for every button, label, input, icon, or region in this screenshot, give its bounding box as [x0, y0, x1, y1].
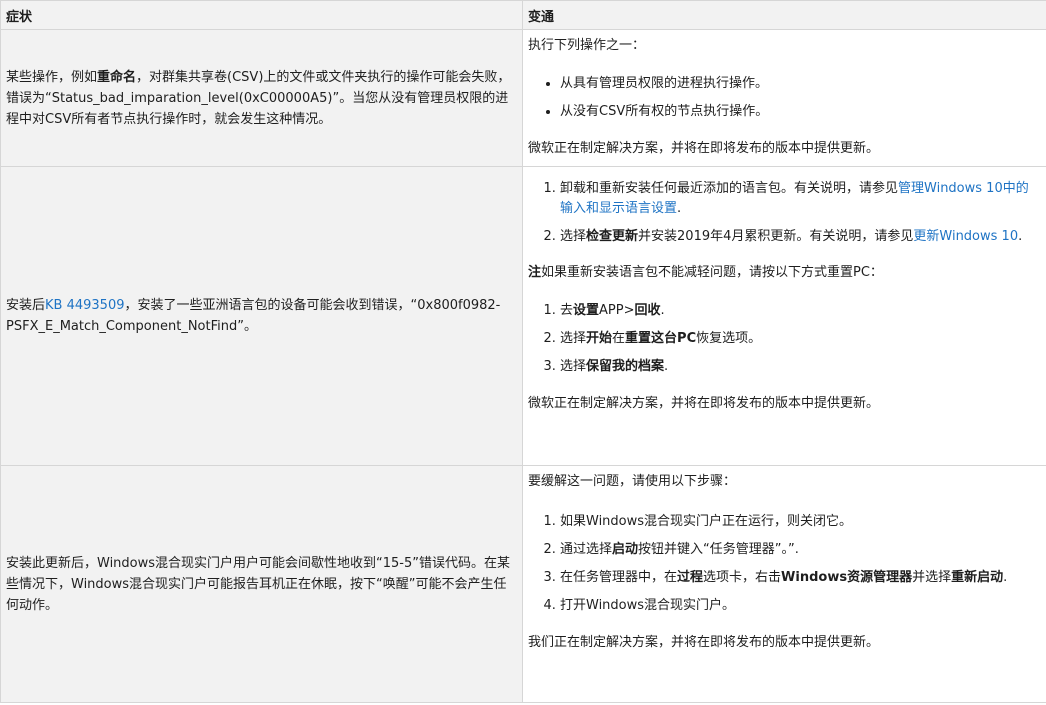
- list-item: 去设置APP>回收.: [560, 301, 1041, 321]
- workaround-bullet-list: 从具有管理员权限的进程执行操作。 从没有CSV所有权的节点执行操作。: [528, 74, 1041, 122]
- list-item: 打开Windows混合现实门户。: [560, 596, 1041, 616]
- step-bold: 重新启动: [951, 570, 1004, 585]
- symptom-bold: 重命名: [97, 69, 137, 85]
- workaround-cell: 要缓解这一问题，请使用以下步骤： 如果Windows混合现实门户正在运行，则关闭…: [522, 465, 1046, 703]
- step-bold: 启动: [612, 542, 639, 557]
- step-text: 恢复选项。: [696, 331, 762, 346]
- kb-link[interactable]: KB 4493509: [45, 298, 124, 313]
- workaround-note: 注如果重新安装语言包不能减轻问题，请按以下方式重置PC：: [528, 263, 1041, 283]
- symptom-text: 某些操作，例如: [6, 69, 98, 85]
- list-item: 卸载和重新安装任何最近添加的语言包。有关说明，请参见管理Windows 10中的…: [560, 179, 1041, 219]
- step-text: 在任务管理器中，在: [560, 570, 678, 585]
- step-text: .: [664, 359, 669, 374]
- workaround-footer: 微软正在制定解决方案，并将在即将发布的版本中提供更新。: [528, 141, 880, 156]
- table-row: 某些操作，例如重命名，对群集共享卷(CSV)上的文件或文件夹执行的操作可能会失败…: [0, 29, 1046, 167]
- table-header-row: 症状 变通: [0, 0, 1046, 30]
- list-item: 选择保留我的档案.: [560, 357, 1041, 377]
- step-text: .: [1018, 229, 1023, 244]
- workaround-cell: 执行下列操作之一： 从具有管理员权限的进程执行操作。 从没有CSV所有权的节点执…: [522, 29, 1046, 167]
- symptom-cell: 安装此更新后，Windows混合现实门户用户可能会间歇性地收到“15-5”错误代…: [0, 465, 523, 703]
- header-workaround: 变通: [522, 0, 1046, 30]
- step-bold: 保留我的档案: [586, 359, 665, 374]
- step-text: 按钮并键入“任务管理器”。”.: [638, 542, 799, 557]
- step-text: 卸载和重新安装任何最近添加的语言包。有关说明，请参见: [560, 181, 899, 196]
- step-bold: 开始: [586, 331, 613, 346]
- list-item: 在任务管理器中，在过程选项卡，右击Windows资源管理器并选择重新启动.: [560, 568, 1041, 588]
- symptom-cell: 安装后KB 4493509，安装了一些亚洲语言包的设备可能会收到错误，“0x80…: [0, 166, 523, 466]
- step-text: .: [677, 201, 682, 216]
- list-item: 从具有管理员权限的进程执行操作。: [560, 74, 1041, 94]
- reset-steps: 去设置APP>回收. 选择开始在重置这台PC恢复选项。 选择保留我的档案.: [528, 301, 1041, 377]
- table-row: 安装此更新后，Windows混合现实门户用户可能会间歇性地收到“15-5”错误代…: [0, 465, 1046, 703]
- update-windows-link[interactable]: 更新Windows 10: [913, 229, 1018, 244]
- step-text: 选项卡，右击: [703, 570, 782, 585]
- symptom-cell: 某些操作，例如重命名，对群集共享卷(CSV)上的文件或文件夹执行的操作可能会失败…: [0, 29, 523, 167]
- step-text: 通过选择: [560, 542, 613, 557]
- symptom-text: 安装后: [6, 298, 46, 313]
- step-bold: Windows资源管理器: [781, 570, 913, 585]
- workaround-cell: 卸载和重新安装任何最近添加的语言包。有关说明，请参见管理Windows 10中的…: [522, 166, 1046, 466]
- step-text: 并选择: [912, 570, 952, 585]
- list-item: 选择开始在重置这台PC恢复选项。: [560, 329, 1041, 349]
- note-text: 如果重新安装语言包不能减轻问题，请按以下方式重置PC：: [541, 265, 883, 280]
- symptom-text: 安装此更新后，Windows混合现实门户用户可能会间歇性地收到“15-5”错误代…: [6, 555, 511, 613]
- workaround-footer: 微软正在制定解决方案，并将在即将发布的版本中提供更新。: [528, 396, 880, 411]
- list-item: 如果Windows混合现实门户正在运行，则关闭它。: [560, 512, 1041, 532]
- step-text: APP>: [599, 303, 635, 318]
- workaround-intro: 要缓解这一问题，请使用以下步骤：: [528, 474, 737, 489]
- workaround-steps: 卸载和重新安装任何最近添加的语言包。有关说明，请参见管理Windows 10中的…: [528, 179, 1041, 247]
- table-row: 安装后KB 4493509，安装了一些亚洲语言包的设备可能会收到错误，“0x80…: [0, 166, 1046, 466]
- list-item: 通过选择启动按钮并键入“任务管理器”。”.: [560, 540, 1041, 560]
- workaround-intro: 执行下列操作之一：: [528, 38, 646, 53]
- step-bold: 设置: [573, 303, 600, 318]
- step-bold: 过程: [677, 570, 704, 585]
- step-bold: 重置这台PC: [625, 331, 697, 346]
- workaround-steps: 如果Windows混合现实门户正在运行，则关闭它。 通过选择启动按钮并键入“任务…: [528, 512, 1041, 616]
- step-text: .: [1003, 570, 1008, 585]
- step-text: .: [660, 303, 665, 318]
- note-label: 注: [528, 265, 542, 280]
- step-text: 并安装2019年4月累积更新。有关说明，请参见: [638, 229, 914, 244]
- list-item: 从没有CSV所有权的节点执行操作。: [560, 102, 1041, 122]
- step-text: 选择: [560, 331, 587, 346]
- step-bold: 检查更新: [586, 229, 639, 244]
- header-symptom: 症状: [0, 0, 523, 30]
- step-text: 选择: [560, 229, 587, 244]
- step-text: 在: [612, 331, 626, 346]
- list-item: 选择检查更新并安装2019年4月累积更新。有关说明，请参见更新Windows 1…: [560, 227, 1041, 247]
- step-bold: 回收: [634, 303, 661, 318]
- step-text: 选择: [560, 359, 587, 374]
- step-text: 去: [560, 303, 574, 318]
- workaround-footer: 我们正在制定解决方案，并将在即将发布的版本中提供更新。: [528, 635, 880, 650]
- known-issues-table: 症状 变通 某些操作，例如重命名，对群集共享卷(CSV)上的文件或文件夹执行的操…: [0, 0, 1046, 703]
